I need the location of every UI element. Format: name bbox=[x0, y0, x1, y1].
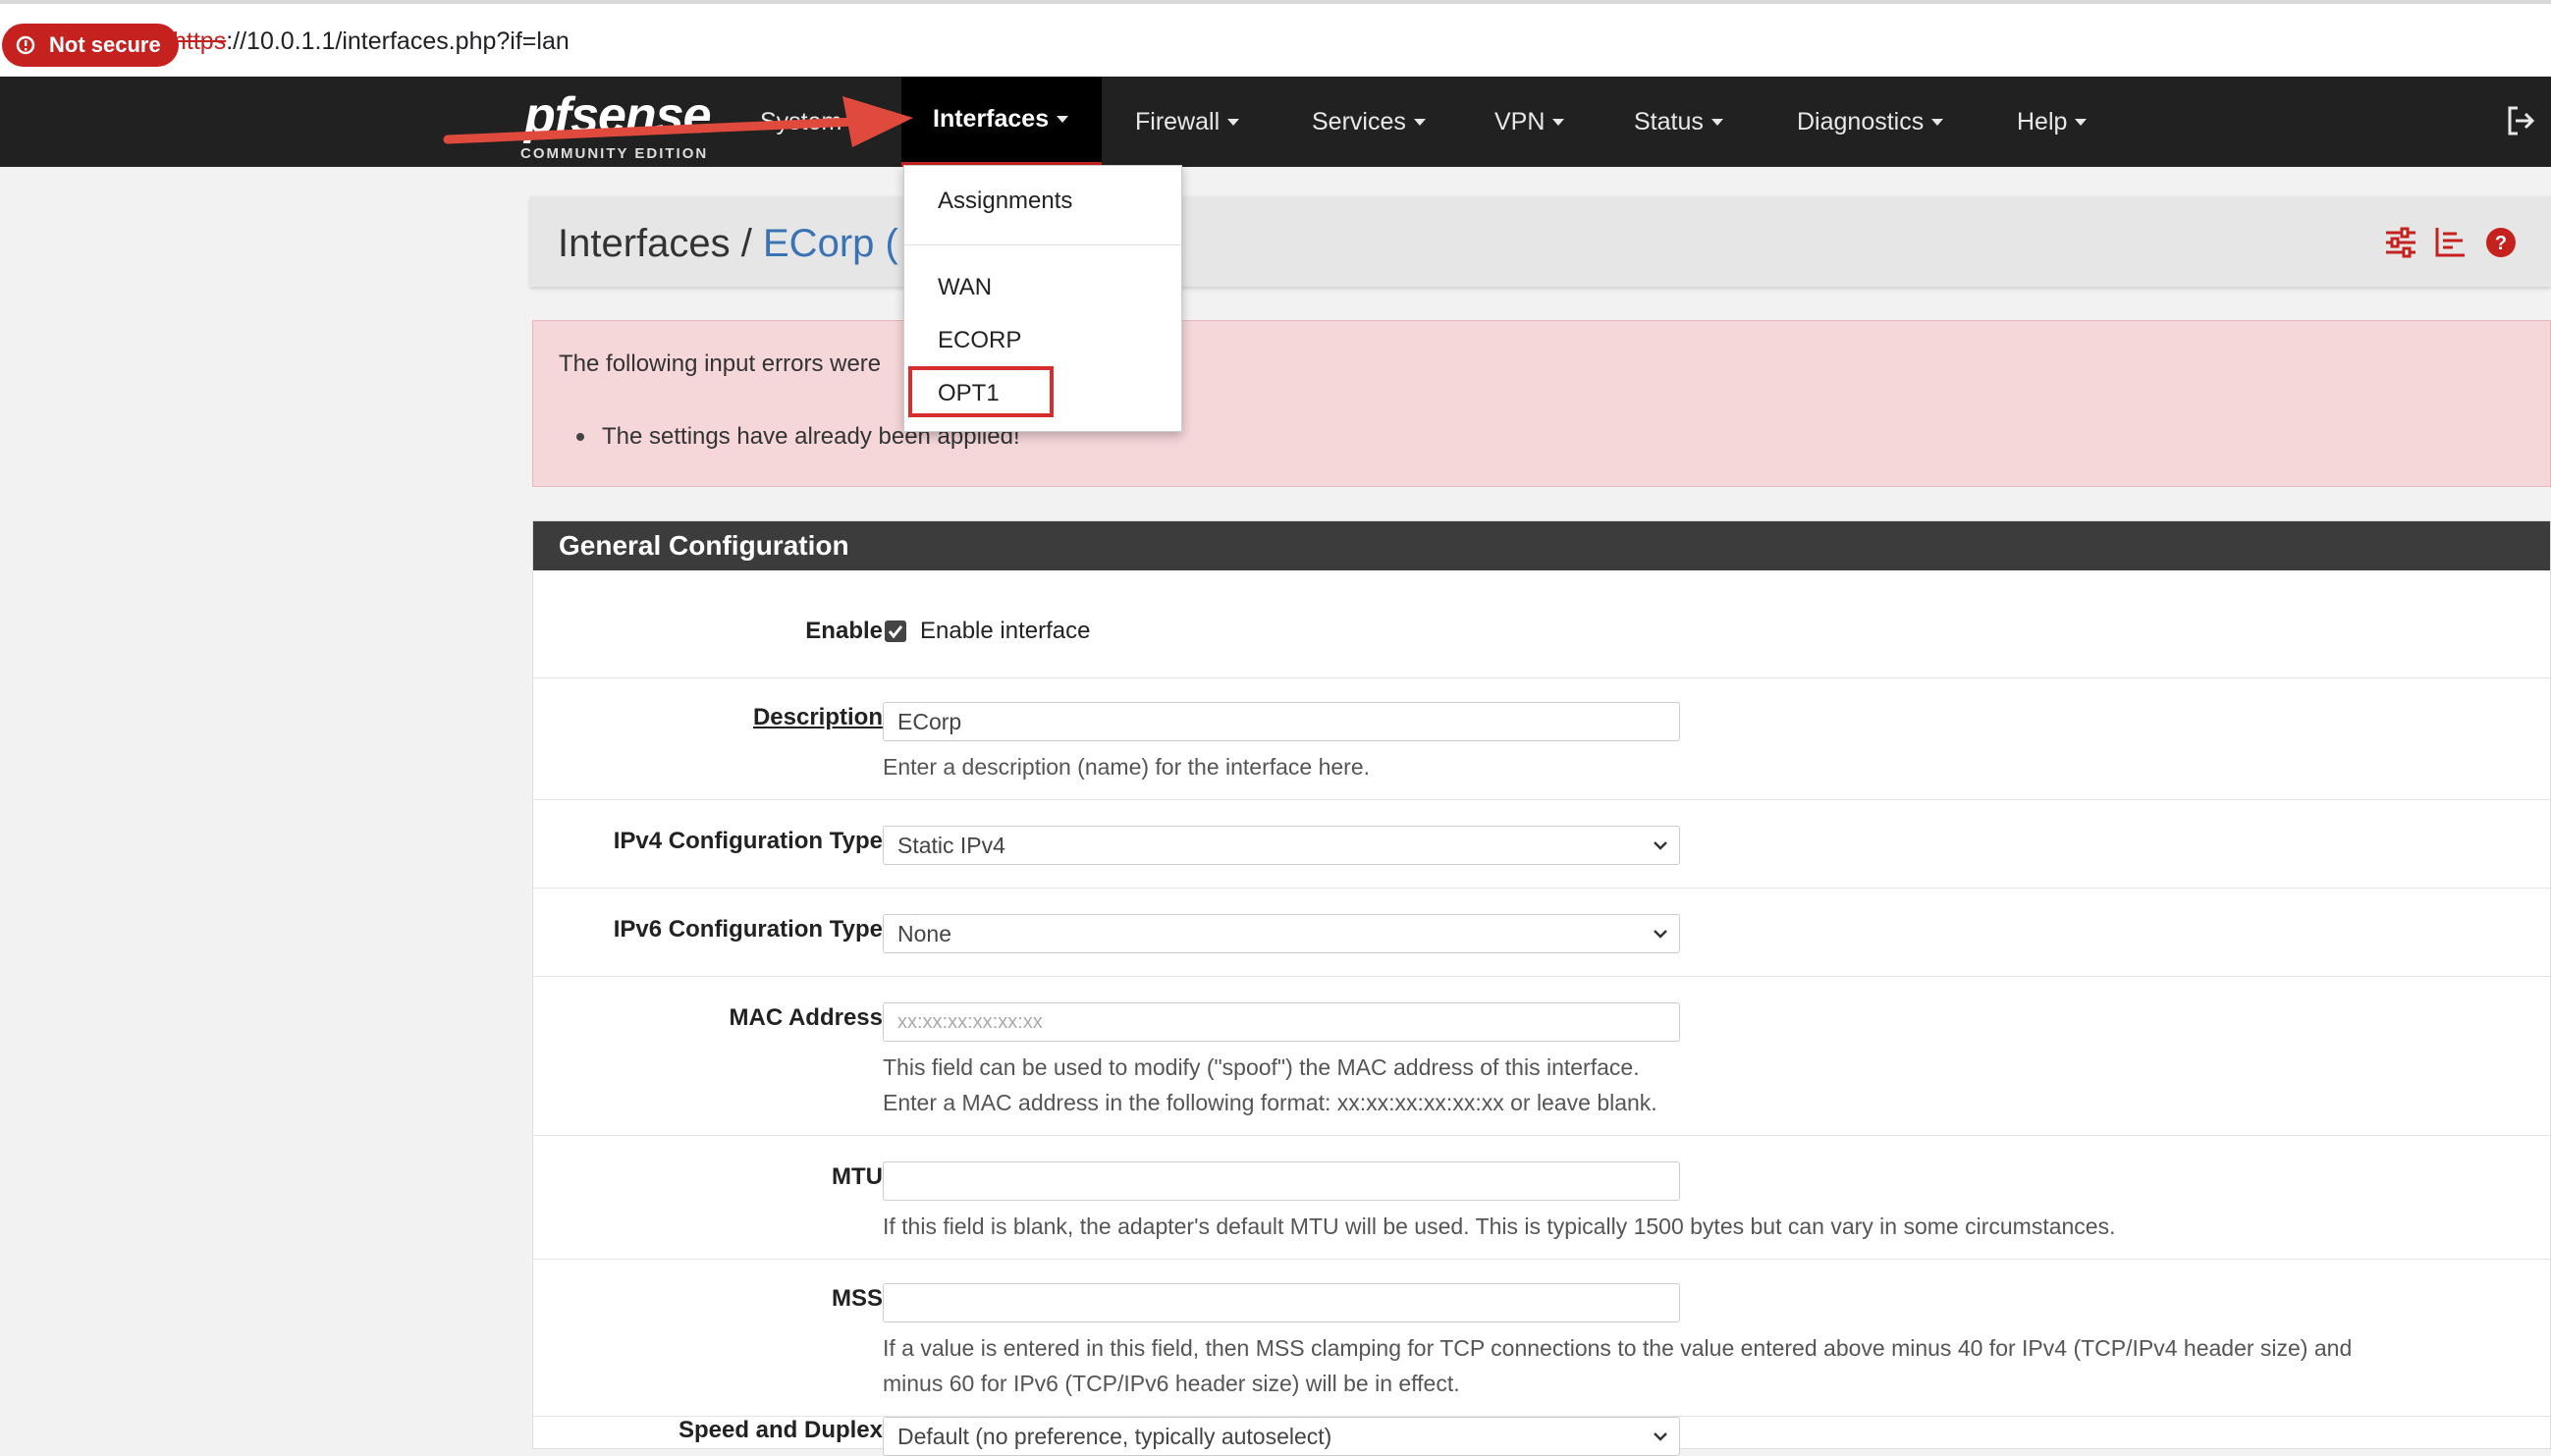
breadcrumb: Interfaces / ECorp ( bbox=[558, 222, 898, 266]
page-header: Interfaces / ECorp ( ? bbox=[530, 196, 2551, 287]
main-navbar: pfsense COMMUNITY EDITION System Interfa… bbox=[0, 77, 2551, 167]
url-text[interactable]: https://10.0.1.1/interfaces.php?if=lan bbox=[173, 27, 570, 56]
panel-heading: General Configuration bbox=[533, 521, 2550, 570]
nav-interfaces-label: Interfaces bbox=[933, 105, 1050, 133]
mss-label: MSS bbox=[831, 1285, 883, 1312]
menu-item-wan[interactable]: WAN bbox=[938, 274, 992, 301]
not-secure-badge[interactable]: Not secure bbox=[2, 24, 179, 67]
row-mtu: MTU If this field is blank, the adapter'… bbox=[533, 1136, 2550, 1260]
description-label[interactable]: Description bbox=[753, 704, 883, 731]
nav-vpn-label: VPN bbox=[1494, 107, 1546, 135]
row-enable: Enable Enable interface bbox=[533, 570, 2550, 678]
row-mac-address: MAC Address xx:xx:xx:xx:xx:xx This field… bbox=[533, 977, 2550, 1136]
error-title: The following input errors were bbox=[559, 351, 882, 377]
bullet-icon bbox=[576, 433, 584, 441]
row-speed-duplex: Speed and Duplex Default (no preference,… bbox=[533, 1417, 2550, 1456]
ipv4-type-select[interactable]: Static IPv4 bbox=[883, 826, 1680, 865]
log-chart-icon[interactable] bbox=[2433, 226, 2467, 259]
mac-address-label: MAC Address bbox=[729, 1004, 883, 1031]
chevron-down-icon bbox=[1654, 841, 1667, 850]
svg-text:?: ? bbox=[2495, 233, 2507, 254]
breadcrumb-current[interactable]: ECorp ( bbox=[763, 222, 898, 265]
caret-down-icon bbox=[1227, 118, 1240, 126]
chevron-down-icon bbox=[1654, 930, 1667, 939]
enable-checkbox-label[interactable]: Enable interface bbox=[920, 618, 1090, 645]
general-configuration-panel: General Configuration Enable Enable inte… bbox=[532, 520, 2551, 1456]
mss-help-1: If a value is entered in this field, the… bbox=[883, 1335, 2353, 1361]
speed-duplex-value: Default (no preference, typically autose… bbox=[897, 1424, 1332, 1449]
enable-checkbox[interactable] bbox=[885, 620, 906, 642]
row-mss: MSS If a value is entered in this field,… bbox=[533, 1260, 2550, 1417]
not-secure-label: Not secure bbox=[49, 32, 161, 57]
menu-divider bbox=[904, 244, 1181, 245]
mss-input[interactable] bbox=[883, 1283, 1680, 1322]
url-scheme: https bbox=[173, 27, 227, 55]
caret-down-icon bbox=[1057, 116, 1069, 123]
menu-item-ecorp[interactable]: ECORP bbox=[938, 327, 1021, 354]
mss-help-2: minus 60 for IPv6 (TCP/IPv6 header size)… bbox=[883, 1371, 1460, 1396]
row-description: Description ECorp Enter a description (n… bbox=[533, 678, 2550, 800]
nav-firewall[interactable]: Firewall bbox=[1135, 77, 1240, 167]
mtu-help: If this field is blank, the adapter's de… bbox=[883, 1213, 2116, 1239]
menu-item-assignments[interactable]: Assignments bbox=[938, 188, 1072, 215]
interfaces-dropdown-menu: Assignments WAN ECORP OPT1 bbox=[903, 165, 1182, 432]
mtu-label: MTU bbox=[832, 1163, 883, 1190]
ipv6-type-label: IPv6 Configuration Type bbox=[613, 916, 883, 943]
caret-down-icon bbox=[1552, 118, 1565, 126]
speed-duplex-label: Speed and Duplex bbox=[678, 1417, 883, 1443]
mtu-input[interactable] bbox=[883, 1161, 1680, 1201]
sliders-icon[interactable] bbox=[2384, 226, 2417, 259]
caret-down-icon bbox=[1710, 118, 1723, 126]
caret-down-icon bbox=[1413, 118, 1426, 126]
nav-diagnostics-label: Diagnostics bbox=[1797, 107, 1925, 135]
mac-address-input[interactable]: xx:xx:xx:xx:xx:xx bbox=[883, 1002, 1680, 1042]
caret-down-icon bbox=[2075, 118, 2088, 126]
logout-icon[interactable] bbox=[2504, 104, 2537, 137]
speed-duplex-select[interactable]: Default (no preference, typically autose… bbox=[883, 1417, 1680, 1456]
ipv4-type-value: Static IPv4 bbox=[897, 833, 1005, 858]
breadcrumb-root[interactable]: Interfaces / bbox=[558, 222, 752, 265]
annotation-arrow bbox=[443, 96, 913, 147]
browser-address-bar: Not secure https://10.0.1.1/interfaces.p… bbox=[0, 0, 2551, 77]
nav-vpn[interactable]: VPN bbox=[1494, 77, 1565, 167]
checkmark-icon bbox=[888, 625, 903, 639]
mac-address-help-2: Enter a MAC address in the following for… bbox=[883, 1090, 1657, 1115]
description-help: Enter a description (name) for the inter… bbox=[883, 754, 1371, 780]
enable-label: Enable bbox=[805, 618, 883, 644]
nav-services[interactable]: Services bbox=[1312, 77, 1426, 167]
chevron-down-icon bbox=[1654, 1432, 1667, 1441]
ipv4-type-label: IPv4 Configuration Type bbox=[613, 828, 883, 854]
input-errors-alert: The following input errors were The sett… bbox=[532, 320, 2551, 487]
description-input[interactable]: ECorp bbox=[883, 702, 1680, 741]
warning-shield-icon bbox=[16, 35, 35, 55]
nav-status[interactable]: Status bbox=[1634, 77, 1723, 167]
nav-status-label: Status bbox=[1634, 107, 1704, 135]
nav-services-label: Services bbox=[1312, 107, 1406, 135]
ipv6-type-value: None bbox=[897, 921, 951, 946]
nav-help-label: Help bbox=[2017, 107, 2068, 135]
annotation-highlight-box bbox=[908, 366, 1054, 417]
nav-firewall-label: Firewall bbox=[1135, 107, 1221, 135]
nav-help[interactable]: Help bbox=[2017, 77, 2088, 167]
url-path: ://10.0.1.1/interfaces.php?if=lan bbox=[226, 27, 570, 55]
row-ipv6-type: IPv6 Configuration Type None bbox=[533, 889, 2550, 977]
help-icon[interactable]: ? bbox=[2484, 226, 2518, 259]
nav-interfaces[interactable]: Interfaces bbox=[901, 77, 1103, 167]
row-ipv4-type: IPv4 Configuration Type Static IPv4 bbox=[533, 800, 2550, 889]
caret-down-icon bbox=[1931, 118, 1944, 126]
ipv6-type-select[interactable]: None bbox=[883, 914, 1680, 953]
mac-address-help-1: This field can be used to modify ("spoof… bbox=[883, 1054, 1640, 1080]
nav-diagnostics[interactable]: Diagnostics bbox=[1797, 77, 1944, 167]
